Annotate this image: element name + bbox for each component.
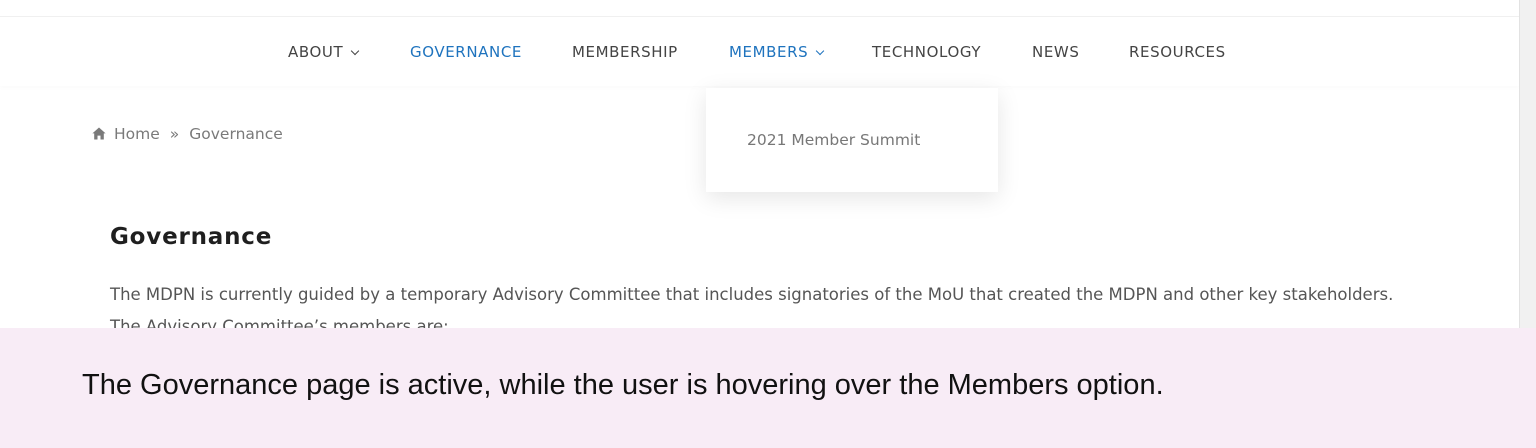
nav-item-label: TECHNOLOGY xyxy=(872,43,982,61)
nav-item-resources[interactable]: RESOURCES xyxy=(1129,42,1226,62)
breadcrumb: Home » Governance xyxy=(92,124,283,144)
nav-item-about[interactable]: ABOUT xyxy=(288,42,360,62)
nav-item-technology[interactable]: TECHNOLOGY xyxy=(872,42,981,62)
nav-item-governance[interactable]: GOVERNANCE xyxy=(410,42,522,62)
nav-item-news[interactable]: NEWS xyxy=(1032,42,1079,62)
nav-item-label: MEMBERSHIP xyxy=(572,43,678,61)
chevron-down-icon xyxy=(351,46,360,56)
nav-item-label: MEMBERS xyxy=(729,43,809,61)
nav-item-label: ABOUT xyxy=(288,43,344,61)
members-dropdown-menu: 2021 Member Summit xyxy=(706,88,998,192)
home-icon xyxy=(92,127,106,140)
page-title: Governance xyxy=(110,224,273,250)
breadcrumb-current: Governance xyxy=(189,125,283,143)
dropdown-item-member-summit[interactable]: 2021 Member Summit xyxy=(747,130,920,150)
nav-item-members[interactable]: MEMBERS xyxy=(729,42,825,62)
breadcrumb-home-link[interactable]: Home xyxy=(114,125,160,143)
top-strip xyxy=(0,0,1519,17)
breadcrumb-separator: » xyxy=(169,125,180,143)
caption-text: The Governance page is active, while the… xyxy=(82,369,1164,401)
nav-item-membership[interactable]: MEMBERSHIP xyxy=(572,42,678,62)
nav-item-label: RESOURCES xyxy=(1129,43,1226,61)
chevron-down-icon xyxy=(816,46,825,56)
nav-item-label: GOVERNANCE xyxy=(410,43,522,61)
nav-item-label: NEWS xyxy=(1032,43,1080,61)
